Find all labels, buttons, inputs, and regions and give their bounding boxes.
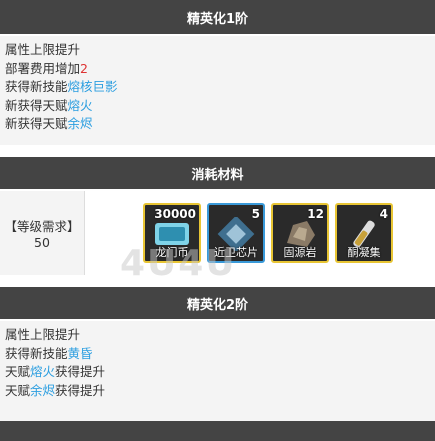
skill-link[interactable]: 熔核巨影 [68,79,118,94]
level-label: 【等级需求】 [4,219,80,234]
info-line: 部署费用增加2 [5,60,88,76]
material-item[interactable]: 30000 龙门币 [143,203,201,263]
next-section-header [0,421,435,441]
spacer [0,145,435,157]
skill-link[interactable]: 黄昏 [68,346,93,361]
materials-list: 30000 龙门币 5 近卫芯片 12 固源岩 4 酮凝集 [85,191,435,275]
material-count: 30000 [154,207,196,221]
talent-link[interactable]: 余烬 [30,383,55,398]
info-line: 天赋熔火获得提升 [5,364,106,379]
material-name: 近卫芯片 [214,246,258,259]
elite1-info: 属性上限提升 部署费用增加2 获得新技能熔核巨影 新获得天赋熔火 新获得天赋余烬 [0,36,435,145]
level-value: 50 [34,235,50,250]
talent-link[interactable]: 熔火 [30,364,55,379]
spacer [0,275,435,287]
material-count: 4 [379,207,388,221]
info-line: 获得新技能熔核巨影 [5,79,118,94]
elite2-info: 属性上限提升 获得新技能黄昏 天赋熔火获得提升 天赋余烬获得提升 [0,321,435,421]
material-count: 12 [307,207,324,221]
materials-title: 消耗材料 [191,167,244,183]
info-line: 新获得天赋熔火 [5,97,93,113]
elite2-title: 精英化2阶 [186,297,249,313]
info-line: 属性上限提升 [5,42,81,57]
elite1-title: 精英化1阶 [186,11,249,27]
talent-link[interactable]: 余烬 [68,116,93,131]
material-name: 酮凝集 [347,246,381,259]
info-line: 属性上限提升 [5,327,81,342]
info-line: 获得新技能黄昏 [5,345,93,361]
material-count: 5 [251,207,260,221]
info-line: 新获得天赋余烬 [5,116,93,131]
level-requirement: 【等级需求】 50 [0,191,85,275]
material-item[interactable]: 12 固源岩 [271,203,329,263]
materials-header: 消耗材料 [0,157,435,189]
talent-link[interactable]: 熔火 [68,98,93,113]
material-item[interactable]: 4 酮凝集 [335,203,393,263]
elite1-header: 精英化1阶 [0,0,435,34]
material-name: 龙门币 [155,246,189,259]
info-line: 天赋余烬获得提升 [5,382,106,398]
material-name: 固源岩 [283,246,317,259]
elite2-header: 精英化2阶 [0,287,435,319]
material-item[interactable]: 5 近卫芯片 [207,203,265,263]
materials-row: 【等级需求】 50 30000 龙门币 5 近卫芯片 12 固源岩 4 酮凝集 … [0,191,435,284]
